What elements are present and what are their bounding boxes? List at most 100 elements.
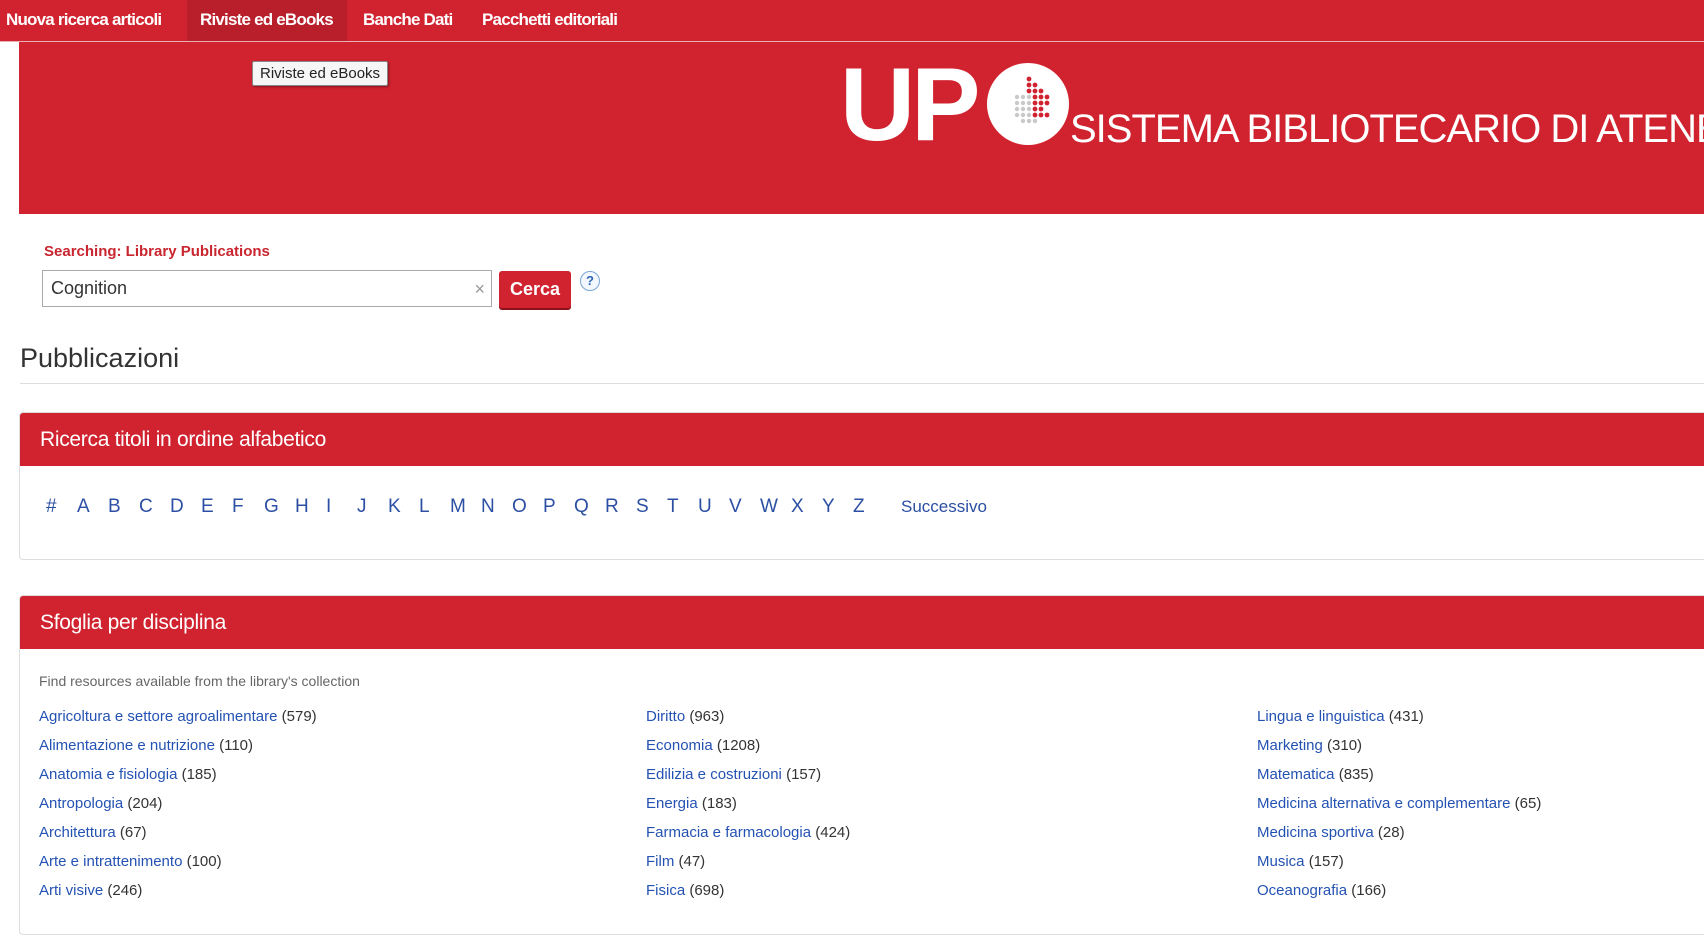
letter-link-m[interactable]: M [450, 496, 466, 518]
discipline-intro: Find resources available from the librar… [39, 673, 360, 689]
discipline-item: Alimentazione e nutrizione (110) [39, 736, 317, 765]
discipline-column-1: Agricoltura e settore agroalimentare (57… [39, 707, 317, 910]
next-link[interactable]: Successivo [901, 497, 987, 517]
nav-tooltip: Riviste ed eBooks [252, 61, 389, 86]
discipline-link[interactable]: Diritto [646, 708, 685, 725]
search-input[interactable] [51, 271, 451, 306]
letter-link-z[interactable]: Z [853, 496, 865, 518]
letter-link-o[interactable]: O [512, 496, 527, 518]
letter-link-q[interactable]: Q [574, 496, 589, 518]
top-navigation-bar: Nuova ricerca articoli Riviste ed eBooks… [0, 0, 1704, 42]
discipline-count: (157) [1308, 853, 1344, 870]
letter-link-c[interactable]: C [139, 496, 153, 518]
discipline-link[interactable]: Arte e intrattenimento [39, 853, 182, 870]
letter-link-y[interactable]: Y [822, 496, 835, 518]
discipline-item: Medicina sportiva (28) [1257, 823, 1541, 852]
discipline-count: (963) [689, 708, 725, 725]
divider [20, 383, 1704, 384]
discipline-count: (157) [786, 766, 822, 783]
discipline-count: (65) [1514, 795, 1542, 812]
letter-link-w[interactable]: W [760, 496, 778, 518]
discipline-item: Lingua e linguistica (431) [1257, 707, 1541, 736]
discipline-item: Fisica (698) [646, 881, 850, 910]
discipline-link[interactable]: Economia [646, 737, 713, 754]
discipline-link[interactable]: Medicina sportiva [1257, 824, 1374, 841]
discipline-count: (183) [701, 795, 737, 812]
discipline-link[interactable]: Musica [1257, 853, 1305, 870]
discipline-count: (579) [281, 708, 317, 725]
letter-link-i[interactable]: I [326, 496, 331, 518]
discipline-count: (1208) [716, 737, 761, 754]
clear-icon[interactable]: × [474, 279, 485, 300]
discipline-item: Oceanografia (166) [1257, 881, 1541, 910]
discipline-link[interactable]: Farmacia e farmacologia [646, 824, 811, 841]
letter-link-s[interactable]: S [636, 496, 649, 518]
discipline-count: (310) [1327, 737, 1363, 754]
discipline-panel: Sfoglia per disciplina Find resources av… [19, 595, 1704, 935]
discipline-link[interactable]: Marketing [1257, 737, 1323, 754]
discipline-link[interactable]: Architettura [39, 824, 116, 841]
letter-link-h[interactable]: H [295, 496, 309, 518]
discipline-link[interactable]: Edilizia e costruzioni [646, 766, 782, 783]
discipline-count: (28) [1377, 824, 1405, 841]
letter-link-j[interactable]: J [357, 496, 367, 518]
logo-emblem-icon [987, 63, 1069, 145]
nav-item-riviste-ed-ebooks[interactable]: Riviste ed eBooks [187, 0, 347, 41]
letter-link-l[interactable]: L [419, 496, 430, 518]
discipline-link[interactable]: Arti visive [39, 882, 103, 899]
discipline-item: Edilizia e costruzioni (157) [646, 765, 850, 794]
letter-link-k[interactable]: K [388, 496, 401, 518]
discipline-count: (110) [219, 737, 254, 754]
discipline-link[interactable]: Film [646, 853, 674, 870]
upo-logo[interactable]: UP SISTEMA BIBLIOTECARIO DI ATENEO [840, 47, 1704, 163]
letter-link-hash[interactable]: # [46, 496, 57, 518]
discipline-column-2: Diritto (963) Economia (1208) Edilizia e… [646, 707, 850, 910]
nav-item-nuova-ricerca-articoli[interactable]: Nuova ricerca articoli [6, 0, 162, 41]
page-title: Pubblicazioni [20, 343, 180, 373]
letter-link-b[interactable]: B [108, 496, 121, 518]
nav-item-pacchetti-editoriali[interactable]: Pacchetti editoriali [482, 0, 618, 41]
discipline-item: Agricoltura e settore agroalimentare (57… [39, 707, 317, 736]
discipline-link[interactable]: Fisica [646, 882, 685, 899]
discipline-count: (185) [181, 766, 217, 783]
search-button[interactable]: Cerca [499, 271, 571, 308]
letter-link-a[interactable]: A [77, 496, 90, 518]
discipline-link[interactable]: Lingua e linguistica [1257, 708, 1385, 725]
help-icon[interactable]: ? [580, 271, 600, 291]
discipline-item: Film (47) [646, 852, 850, 881]
discipline-link[interactable]: Anatomia e fisiologia [39, 766, 177, 783]
letter-link-x[interactable]: X [791, 496, 804, 518]
letter-link-g[interactable]: G [264, 496, 279, 518]
nav-item-banche-dati[interactable]: Banche Dati [363, 0, 453, 41]
letter-link-d[interactable]: D [170, 496, 184, 518]
discipline-link[interactable]: Matematica [1257, 766, 1335, 783]
discipline-count: (67) [119, 824, 147, 841]
discipline-item: Architettura (67) [39, 823, 317, 852]
letter-link-p[interactable]: P [543, 496, 556, 518]
discipline-count: (47) [678, 853, 706, 870]
logo-text: SISTEMA BIBLIOTECARIO DI ATENEO [1070, 107, 1704, 151]
discipline-item: Marketing (310) [1257, 736, 1541, 765]
letter-link-e[interactable]: E [201, 496, 214, 518]
discipline-item: Antropologia (204) [39, 794, 317, 823]
discipline-item: Matematica (835) [1257, 765, 1541, 794]
discipline-link[interactable]: Alimentazione e nutrizione [39, 737, 215, 754]
discipline-column-3: Lingua e linguistica (431) Marketing (31… [1257, 707, 1541, 910]
discipline-link[interactable]: Energia [646, 795, 698, 812]
discipline-item: Anatomia e fisiologia (185) [39, 765, 317, 794]
discipline-link[interactable]: Oceanografia [1257, 882, 1347, 899]
discipline-item: Arti visive (246) [39, 881, 317, 910]
letter-link-t[interactable]: T [667, 496, 679, 518]
discipline-link[interactable]: Medicina alternativa e complementare [1257, 795, 1510, 812]
discipline-panel-title: Sfoglia per disciplina [20, 596, 1704, 649]
letter-link-n[interactable]: N [481, 496, 495, 518]
discipline-link[interactable]: Antropologia [39, 795, 123, 812]
discipline-count: (100) [186, 853, 222, 870]
letter-link-u[interactable]: U [698, 496, 712, 518]
letter-link-r[interactable]: R [605, 496, 619, 518]
alphabet-panel: Ricerca titoli in ordine alfabetico # A … [19, 412, 1704, 560]
letter-link-v[interactable]: V [729, 496, 742, 518]
letter-link-f[interactable]: F [232, 496, 244, 518]
logo-mark: UP [840, 47, 980, 163]
discipline-link[interactable]: Agricoltura e settore agroalimentare [39, 708, 277, 725]
